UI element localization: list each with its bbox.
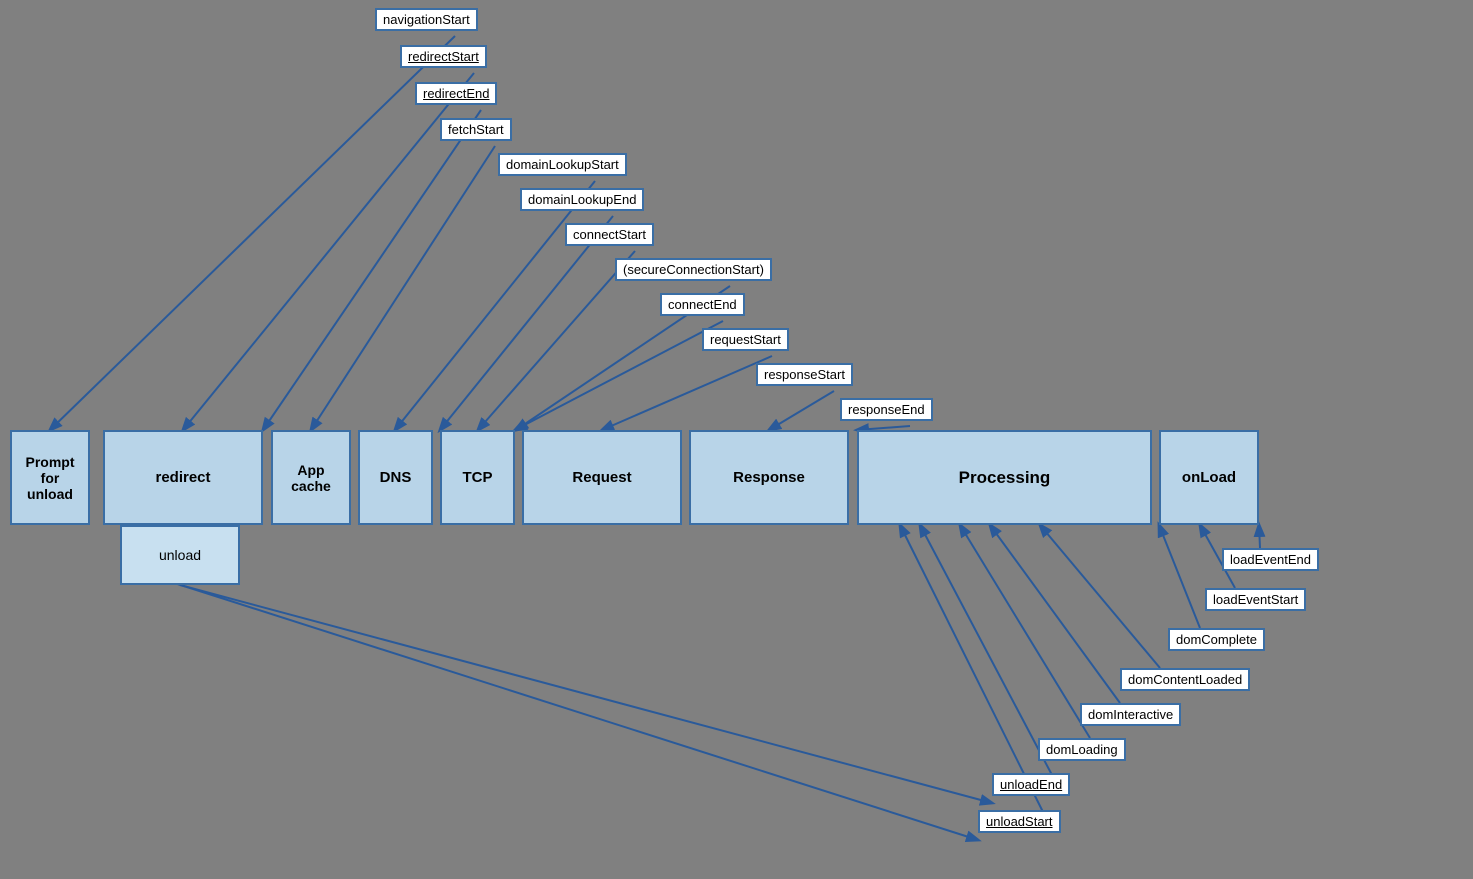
load-event-start-label: loadEventStart xyxy=(1205,588,1306,611)
unload-end-label: unloadEnd xyxy=(992,773,1070,796)
prompt-box: Promptforunload xyxy=(10,430,90,525)
dom-loading-label: domLoading xyxy=(1038,738,1126,761)
domain-lookup-start-label: domainLookupStart xyxy=(498,153,627,176)
onload-box: onLoad xyxy=(1159,430,1259,525)
response-box: Response xyxy=(689,430,849,525)
connect-start-label: connectStart xyxy=(565,223,654,246)
dom-interactive-label: domInteractive xyxy=(1080,703,1181,726)
nav-start-label: navigationStart xyxy=(375,8,478,31)
processing-box: Processing xyxy=(857,430,1152,525)
response-end-label: responseEnd xyxy=(840,398,933,421)
redirect-end-label: redirectEnd xyxy=(415,82,497,105)
appcache-box: Appcache xyxy=(271,430,351,525)
tcp-box: TCP xyxy=(440,430,515,525)
response-start-label: responseStart xyxy=(756,363,853,386)
dns-box: DNS xyxy=(358,430,433,525)
unload-box: unload xyxy=(120,525,240,585)
dom-complete-label: domComplete xyxy=(1168,628,1265,651)
fetch-start-label: fetchStart xyxy=(440,118,512,141)
secure-conn-start-label: (secureConnectionStart) xyxy=(615,258,772,281)
connect-end-label: connectEnd xyxy=(660,293,745,316)
dom-content-loaded-label: domContentLoaded xyxy=(1120,668,1250,691)
load-event-end-label: loadEventEnd xyxy=(1222,548,1319,571)
request-box: Request xyxy=(522,430,682,525)
diagram: Promptforunload redirect Appcache DNS TC… xyxy=(0,0,1473,879)
domain-lookup-end-label: domainLookupEnd xyxy=(520,188,644,211)
redirect-start-label: redirectStart xyxy=(400,45,487,68)
request-start-label: requestStart xyxy=(702,328,789,351)
unload-start-label: unloadStart xyxy=(978,810,1061,833)
redirect-box: redirect xyxy=(103,430,263,525)
